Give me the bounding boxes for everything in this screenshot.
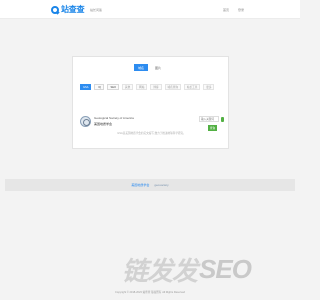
result-title: Geological Society of America <box>94 116 134 120</box>
tab-image[interactable]: 图片 <box>151 64 165 71</box>
top-navbar: 站查查 站长问答 首页 登录 <box>0 0 300 19</box>
nav-qa-link[interactable]: 站长问答 <box>90 8 102 12</box>
link-bar: 美国地质学会 geosociety <box>5 179 295 191</box>
type-option-seo[interactable]: SEO <box>107 84 119 90</box>
type-options: GSA IQ SEO 其他 网站 博客 域名查询 站长工具 更多 <box>80 84 215 90</box>
site-logo[interactable]: 站查查 <box>51 5 85 14</box>
result-panel: Geological Society of America 美国地质学会 查询 … <box>80 115 224 138</box>
watermark-text-cn: 链发发 <box>122 255 198 286</box>
type-option-5[interactable]: 网站 <box>136 84 148 90</box>
result-subtitle: 美国地质学会 <box>94 122 113 126</box>
footer-copyright: Copyright © 2018-2023 站查查 版权所有 All Right… <box>115 291 185 294</box>
watermark-text-seo: SEO <box>199 253 252 284</box>
nav-login-link[interactable]: 登录 <box>238 8 244 12</box>
type-option-9[interactable]: 更多 <box>203 84 215 90</box>
result-note: GSA是美国地质学会的英文缩写,致力于推进地球科学研究。 <box>117 132 186 135</box>
keyword-input[interactable] <box>199 116 219 122</box>
type-option-7[interactable]: 域名查询 <box>164 84 181 90</box>
nav-home-link[interactable]: 首页 <box>223 8 229 12</box>
type-option-4[interactable]: 其他 <box>121 84 134 90</box>
input-side-icon[interactable] <box>221 117 224 122</box>
tab-domain[interactable]: 域名 <box>134 64 148 71</box>
logo-text: 站查查 <box>61 5 85 14</box>
gsa-seal-icon <box>80 116 91 127</box>
related-link-a[interactable]: 美国地质学会 <box>131 183 149 187</box>
type-option-8[interactable]: 站长工具 <box>183 84 201 90</box>
type-option-iq[interactable]: IQ <box>94 84 105 90</box>
type-option-6[interactable]: 博客 <box>150 84 162 90</box>
watermark-logo: 链发发 SEO <box>122 253 292 286</box>
magnifier-icon <box>51 5 59 14</box>
query-card: 域名 图片 GSA IQ SEO 其他 网站 博客 域名查询 站长工具 更多 G… <box>72 56 229 149</box>
type-option-gsa[interactable]: GSA <box>80 84 92 90</box>
search-tabs: 域名 图片 <box>134 64 165 71</box>
related-link-b[interactable]: geosociety <box>154 183 168 187</box>
